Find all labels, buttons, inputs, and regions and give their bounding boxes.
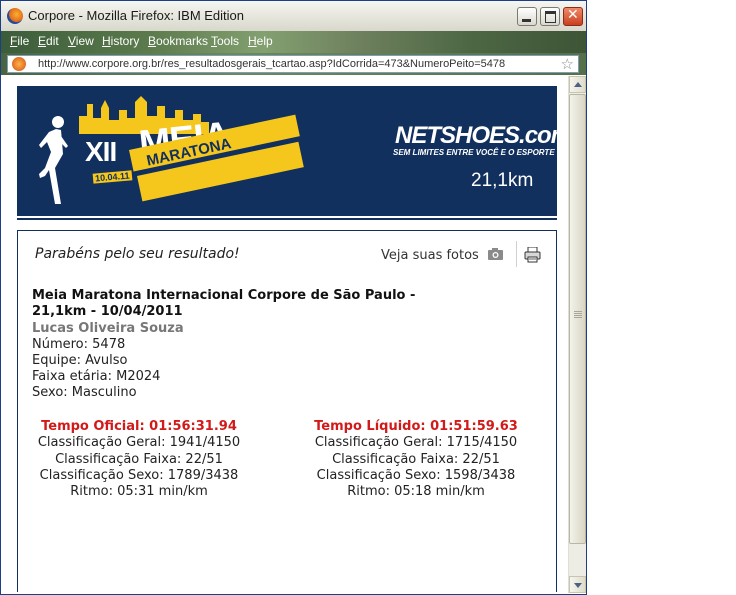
official-gender-rank: Classificação Sexo: 1789/3438 [39, 467, 239, 483]
gender: Sexo: Masculino [32, 385, 137, 400]
result-card: Parabéns pelo seu resultado! Veja suas f… [17, 230, 557, 592]
url-field[interactable]: http://www.corpore.org.br/res_resultados… [7, 55, 579, 73]
official-time: Tempo Oficial: 01:56:31.94 [41, 419, 237, 434]
navigation-bar: http://www.corpore.org.br/res_resultados… [1, 53, 586, 75]
title-bar[interactable]: Corpore - Mozilla Firefox: IBM Edition [1, 1, 586, 32]
maximize-button[interactable] [540, 7, 560, 26]
scroll-up-button[interactable] [569, 76, 586, 93]
official-pace: Ritmo: 05:31 min/km [70, 484, 208, 500]
url-text[interactable]: http://www.corpore.org.br/res_resultados… [38, 58, 505, 70]
athlete-name: Lucas Oliveira Souza [32, 321, 184, 336]
race-banner: XII MEIA MARATONA 10.04.11 NETSHOES.com.… [17, 86, 568, 216]
firefox-icon [7, 8, 23, 24]
menu-bar: File Edit View History Bookmarks Tools H… [1, 31, 586, 53]
net-overall-rank: Classificação Geral: 1715/4150 [314, 435, 518, 451]
page-content: XII MEIA MARATONA 10.04.11 NETSHOES.com.… [3, 76, 568, 592]
congrats-message: Parabéns pelo seu resultado! [35, 246, 240, 262]
scroll-thumb[interactable] [569, 94, 586, 544]
banner-divider [17, 218, 557, 220]
window-title: Corpore - Mozilla Firefox: IBM Edition [28, 8, 245, 23]
bookmark-star-icon[interactable]: ☆ [561, 55, 574, 73]
scroll-down-button[interactable] [569, 576, 586, 593]
menu-tools[interactable]: Tools [211, 34, 239, 48]
net-age-group-rank: Classificação Faixa: 22/51 [332, 451, 500, 467]
menu-view[interactable]: View [68, 34, 94, 48]
banner-edition: XII [85, 136, 117, 167]
sponsor-logo: NETSHOES.com.br [395, 122, 568, 149]
team: Equipe: Avulso [32, 353, 128, 368]
menu-bookmarks[interactable]: Bookmarks [148, 34, 208, 48]
official-time-column: Tempo Oficial: 01:56:31.94 Classificação… [19, 419, 259, 500]
official-age-group-rank: Classificação Faixa: 22/51 [55, 451, 223, 467]
banner-date: 10.04.11 [92, 170, 132, 184]
site-icon [12, 57, 26, 71]
net-time-column: Tempo Líquido: 01:51:59.63 Classificação… [296, 419, 536, 500]
runner-icon [39, 116, 68, 204]
menu-file[interactable]: File [10, 34, 29, 48]
race-distance: 21,1km [471, 170, 534, 191]
menu-edit[interactable]: Edit [38, 34, 59, 48]
browser-window: Corpore - Mozilla Firefox: IBM Edition F… [0, 0, 587, 595]
bib-number: Número: 5478 [32, 337, 126, 352]
net-time: Tempo Líquido: 01:51:59.63 [314, 419, 518, 434]
vertical-scrollbar[interactable] [568, 76, 586, 593]
net-gender-rank: Classificação Sexo: 1598/3438 [316, 467, 516, 483]
menu-history[interactable]: History [102, 34, 139, 48]
official-overall-rank: Classificação Geral: 1941/4150 [37, 435, 241, 451]
see-photos-link[interactable]: Veja suas fotos [381, 248, 479, 263]
minimize-button[interactable] [517, 7, 537, 26]
age-group: Faixa etária: M2024 [32, 369, 161, 384]
sponsor-tagline: SEM LIMITES ENTRE VOCÊ E O ESPORTE [393, 148, 555, 157]
close-button[interactable] [563, 7, 583, 26]
camera-icon[interactable] [488, 248, 503, 260]
menu-help[interactable]: Help [248, 34, 273, 48]
toolbar-separator [516, 241, 517, 267]
printer-icon[interactable] [524, 247, 541, 263]
net-pace: Ritmo: 05:18 min/km [347, 484, 485, 500]
event-title: Meia Maratona Internacional Corpore de S… [32, 288, 416, 319]
